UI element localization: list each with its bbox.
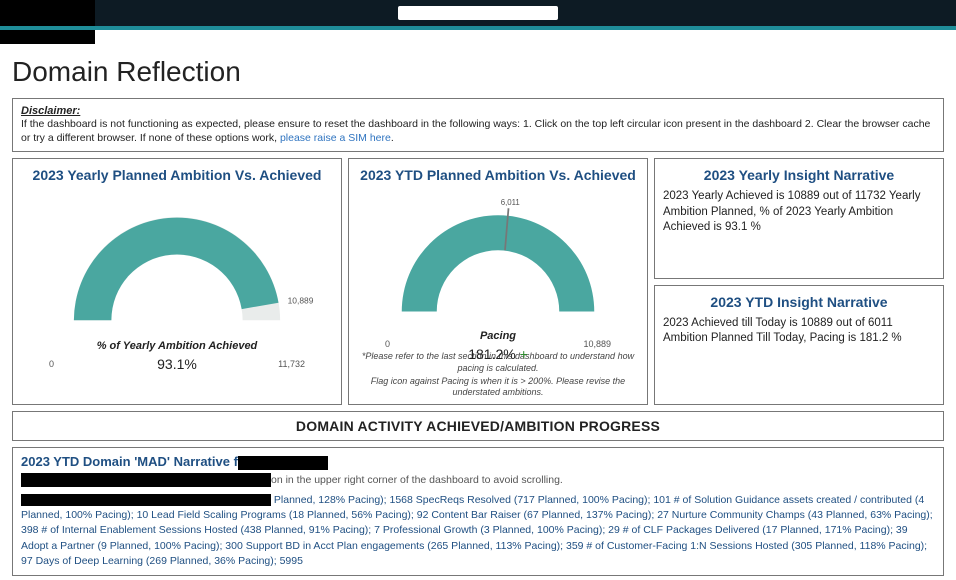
disclaimer-label: Disclaimer: xyxy=(21,105,935,117)
browser-top-bar xyxy=(0,0,956,26)
mad-title: 2023 YTD Domain 'MAD' Narrative f xyxy=(21,454,238,469)
pacing-plus-icon: + xyxy=(520,346,528,362)
yearly-gauge-value: 93.1% xyxy=(21,356,333,372)
disclaimer-panel: Disclaimer: If the dashboard is not func… xyxy=(12,98,944,152)
ytd-insight-card: 2023 YTD Insight Narrative 2023 Achieved… xyxy=(654,285,944,406)
accent-strip xyxy=(0,26,956,30)
ytd-footnote-2: Flag icon against Pacing is when it is >… xyxy=(357,376,639,399)
mad-body: Planned, 128% Pacing); 1568 SpecReqs Res… xyxy=(21,493,935,569)
ytd-gauge-card: 2023 YTD Planned Ambition Vs. Achieved 6… xyxy=(348,158,648,405)
page-title: Domain Reflection xyxy=(12,56,944,88)
yearly-insight-card: 2023 Yearly Insight Narrative 2023 Yearl… xyxy=(654,158,944,279)
disclaimer-text: If the dashboard is not functioning as e… xyxy=(21,118,930,144)
yearly-insight-title: 2023 Yearly Insight Narrative xyxy=(663,167,935,183)
raise-sim-link[interactable]: please raise a SIM here xyxy=(280,132,391,144)
yearly-achieved-label: 10,889 xyxy=(288,296,314,306)
redacted-block xyxy=(0,0,95,26)
yearly-gauge-sub: % of Yearly Ambition Achieved xyxy=(21,340,333,352)
redacted-block xyxy=(21,473,271,487)
ytd-gauge-value: 181.2% + xyxy=(357,346,639,362)
yearly-insight-body: 2023 Yearly Achieved is 10889 out of 117… xyxy=(663,189,935,236)
ytd-top-label: 6,011 xyxy=(501,198,520,207)
ytd-gauge-title: 2023 YTD Planned Ambition Vs. Achieved xyxy=(357,167,639,183)
redacted-block xyxy=(0,30,95,44)
ytd-insight-title: 2023 YTD Insight Narrative xyxy=(663,294,935,310)
activity-section-header: DOMAIN ACTIVITY ACHIEVED/AMBITION PROGRE… xyxy=(12,411,944,441)
redacted-block xyxy=(238,456,328,470)
disclaimer-body: If the dashboard is not functioning as e… xyxy=(21,117,935,145)
address-bar[interactable] xyxy=(398,6,558,20)
yearly-gauge: 10,889 % of Yearly Ambition Achieved 93.… xyxy=(21,189,333,359)
ytd-gauge-sub: Pacing xyxy=(357,330,639,342)
ytd-insight-body: 2023 Achieved till Today is 10889 out of… xyxy=(663,316,935,347)
disclaimer-period: . xyxy=(391,132,394,144)
yearly-gauge-title: 2023 Yearly Planned Ambition Vs. Achieve… xyxy=(21,167,333,183)
mad-hint: on in the upper right corner of the dash… xyxy=(271,474,563,486)
yearly-gauge-card: 2023 Yearly Planned Ambition Vs. Achieve… xyxy=(12,158,342,405)
ytd-gauge-pct: 181.2% xyxy=(468,346,515,362)
redacted-block xyxy=(21,494,271,506)
ytd-gauge: 6,011 Pacing 181.2% + xyxy=(357,189,639,339)
